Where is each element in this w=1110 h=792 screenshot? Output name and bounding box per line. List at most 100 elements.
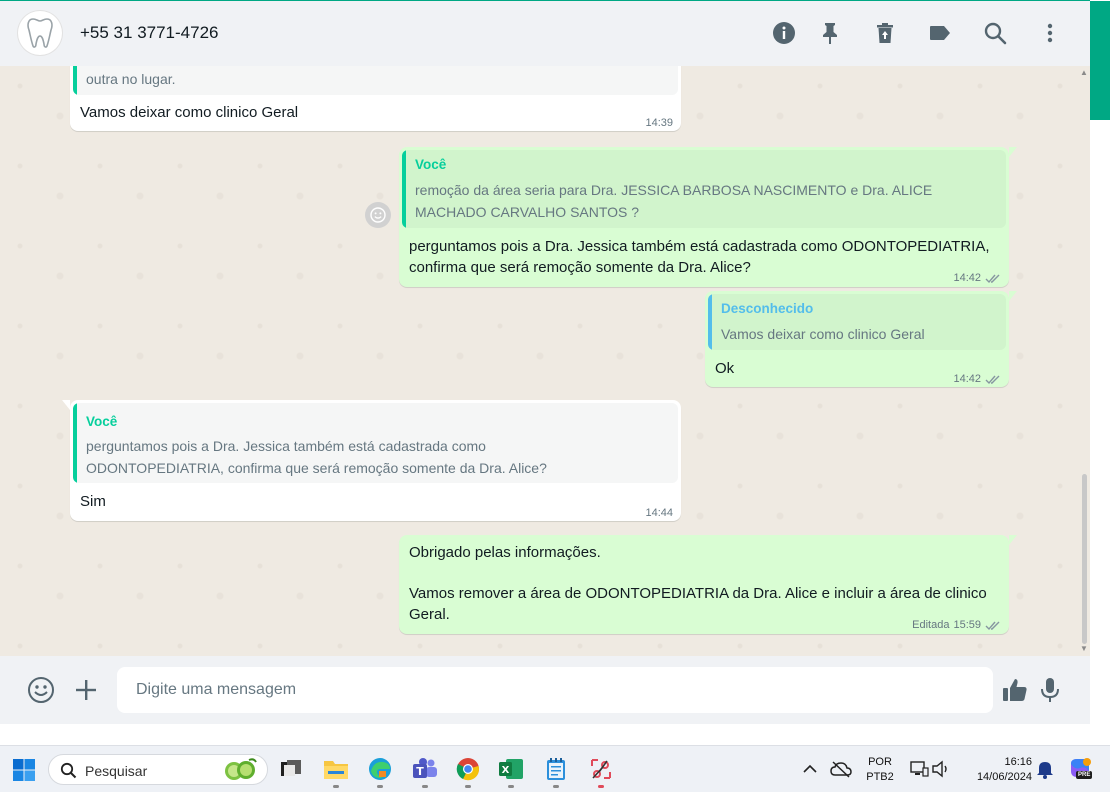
snipping-tool-icon[interactable] [588,756,614,782]
window-bottom-strip [0,724,1110,745]
lime-decoration-icon [225,758,257,780]
keyboard-layout: PTB2 [866,771,894,783]
search-icon[interactable] [983,21,1007,45]
tooth-logo-icon [27,18,53,48]
quote-bar [402,150,406,228]
running-indicator [598,785,604,788]
onedrive-offline-icon[interactable] [828,756,854,782]
running-indicator [553,785,559,788]
time-label: 14:39 [645,117,673,129]
bubble-tail [1009,147,1017,157]
quote-author: Você [415,157,447,172]
attach-plus-icon[interactable] [71,675,101,705]
message-composer: Digite uma mensagem [0,656,1090,724]
emoji-icon[interactable] [26,675,56,705]
copilot-preview-badge: PRE [1076,771,1093,779]
message-text-line: Geral. [409,606,450,623]
message-text: Vamos deixar como clinico Geral [80,104,299,121]
quote-text-line: perguntamos pois a Dra. Jessica também e… [86,438,486,454]
quote-bar [73,403,77,483]
running-indicator [422,785,428,788]
message-bubble-incoming[interactable]: outra no lugar. Vamos deixar como clinic… [70,66,681,131]
edge-browser-icon[interactable] [367,756,393,782]
microphone-icon[interactable] [1035,675,1065,705]
running-indicator [465,785,471,788]
svg-text:X: X [502,765,510,776]
running-indicator [508,785,514,788]
excel-icon[interactable]: X [498,756,524,782]
quote-text-line: MACHADO CARVALHO SANTOS ? [415,204,640,220]
quoted-message[interactable]: Desconhecido Vamos deixar como clinico G… [708,294,1006,350]
file-explorer-icon[interactable] [323,756,349,782]
message-text-line: confirma que será remoção somente da Dra… [409,259,751,276]
window-scrollbar-thumb[interactable] [1090,1,1110,120]
search-icon [60,762,77,779]
chrome-icon[interactable] [455,756,481,782]
message-text: Sim [80,493,106,510]
message-text-line: perguntamos pois a Dra. Jessica também e… [409,238,990,255]
volume-icon[interactable] [928,756,954,782]
time-label: 14:42 [953,272,981,284]
read-ticks-icon [985,621,1000,631]
pin-icon[interactable] [818,21,842,45]
task-view-icon[interactable] [278,756,304,782]
quote-text-line: ODONTOPEDIATRIA, confirma que será remoç… [86,460,547,476]
bubble-tail [62,400,70,410]
scroll-down-arrow-icon[interactable]: ▼ [1080,644,1088,653]
tray-chevron-up-icon[interactable] [797,756,823,782]
notifications-bell-icon[interactable] [1032,756,1058,782]
quoted-message[interactable]: Você remoção da área seria para Dra. JES… [402,150,1006,228]
message-input[interactable]: Digite uma mensagem [117,667,993,713]
quoted-message[interactable]: outra no lugar. [73,66,678,95]
input-language-indicator[interactable]: POR PTB2 [862,755,898,785]
quote-bar [708,294,712,350]
contact-name[interactable]: +55 31 3771-4726 [80,23,219,43]
edited-label: Editada [912,619,950,631]
clock[interactable]: 16:16 14/06/2024 [960,755,1032,785]
taskbar-search[interactable]: Pesquisar [48,754,268,785]
quote-text-line: remoção da área seria para Dra. JESSICA … [415,182,933,198]
read-ticks-icon [985,274,1000,284]
scroll-up-arrow-icon[interactable]: ▲ [1080,68,1088,77]
quoted-message[interactable]: Você perguntamos pois a Dra. Jessica tam… [73,403,678,483]
windows-taskbar: Pesquisar T X POR PTB2 16:16 14/06/2024 … [0,745,1110,792]
bubble-tail [1009,291,1017,301]
running-indicator [333,785,339,788]
message-time: 14:44 [645,503,673,524]
message-bubble-outgoing[interactable]: Você remoção da área seria para Dra. JES… [399,147,1017,289]
contact-avatar[interactable] [18,11,62,55]
copilot-icon[interactable]: PRE [1066,756,1094,782]
thumbs-up-icon[interactable] [1000,675,1030,705]
clock-time: 16:16 [1004,756,1032,768]
time-label: 14:42 [953,373,981,385]
message-text: Ok [715,360,735,377]
message-bubble-outgoing[interactable]: Desconhecido Vamos deixar como clinico G… [705,291,1017,390]
quote-author: Desconhecido [721,301,814,316]
windows-start-icon[interactable] [12,758,36,782]
message-meta: Editada 15:59 [912,615,1001,636]
quote-author: Você [86,414,118,429]
info-icon[interactable] [772,21,796,45]
react-emoji-icon[interactable] [365,202,391,228]
delete-icon[interactable] [873,21,897,45]
chat-panel[interactable]: ▲ ▼ outra no lugar. Vamos deixar como cl… [0,66,1090,656]
chat-scrollbar-thumb[interactable] [1082,474,1087,644]
chat-header[interactable]: +55 31 3771-4726 [0,1,1090,66]
running-indicator [377,785,383,788]
label-icon[interactable] [928,21,952,45]
quote-text: Vamos deixar como clinico Geral [721,326,925,342]
window-scrollbar[interactable] [1090,0,1110,745]
message-meta: 14:42 [953,268,1001,289]
message-bubble-incoming[interactable]: Você perguntamos pois a Dra. Jessica tam… [62,400,681,524]
teams-icon[interactable]: T [412,756,438,782]
message-time: 14:39 [645,113,673,134]
message-bubble-outgoing[interactable]: Obrigado pelas informações. Vamos remove… [399,535,1017,636]
whatsapp-window: +55 31 3771-4726 ▲ ▼ outra no lugar. Vam… [0,0,1110,745]
clock-date: 14/06/2024 [976,771,1032,783]
read-ticks-icon [985,375,1000,385]
notepad-icon[interactable] [543,756,569,782]
quote-bar [73,66,77,95]
time-label: 14:44 [645,507,673,519]
message-meta: 14:42 [953,369,1001,390]
menu-icon[interactable] [1038,21,1062,45]
